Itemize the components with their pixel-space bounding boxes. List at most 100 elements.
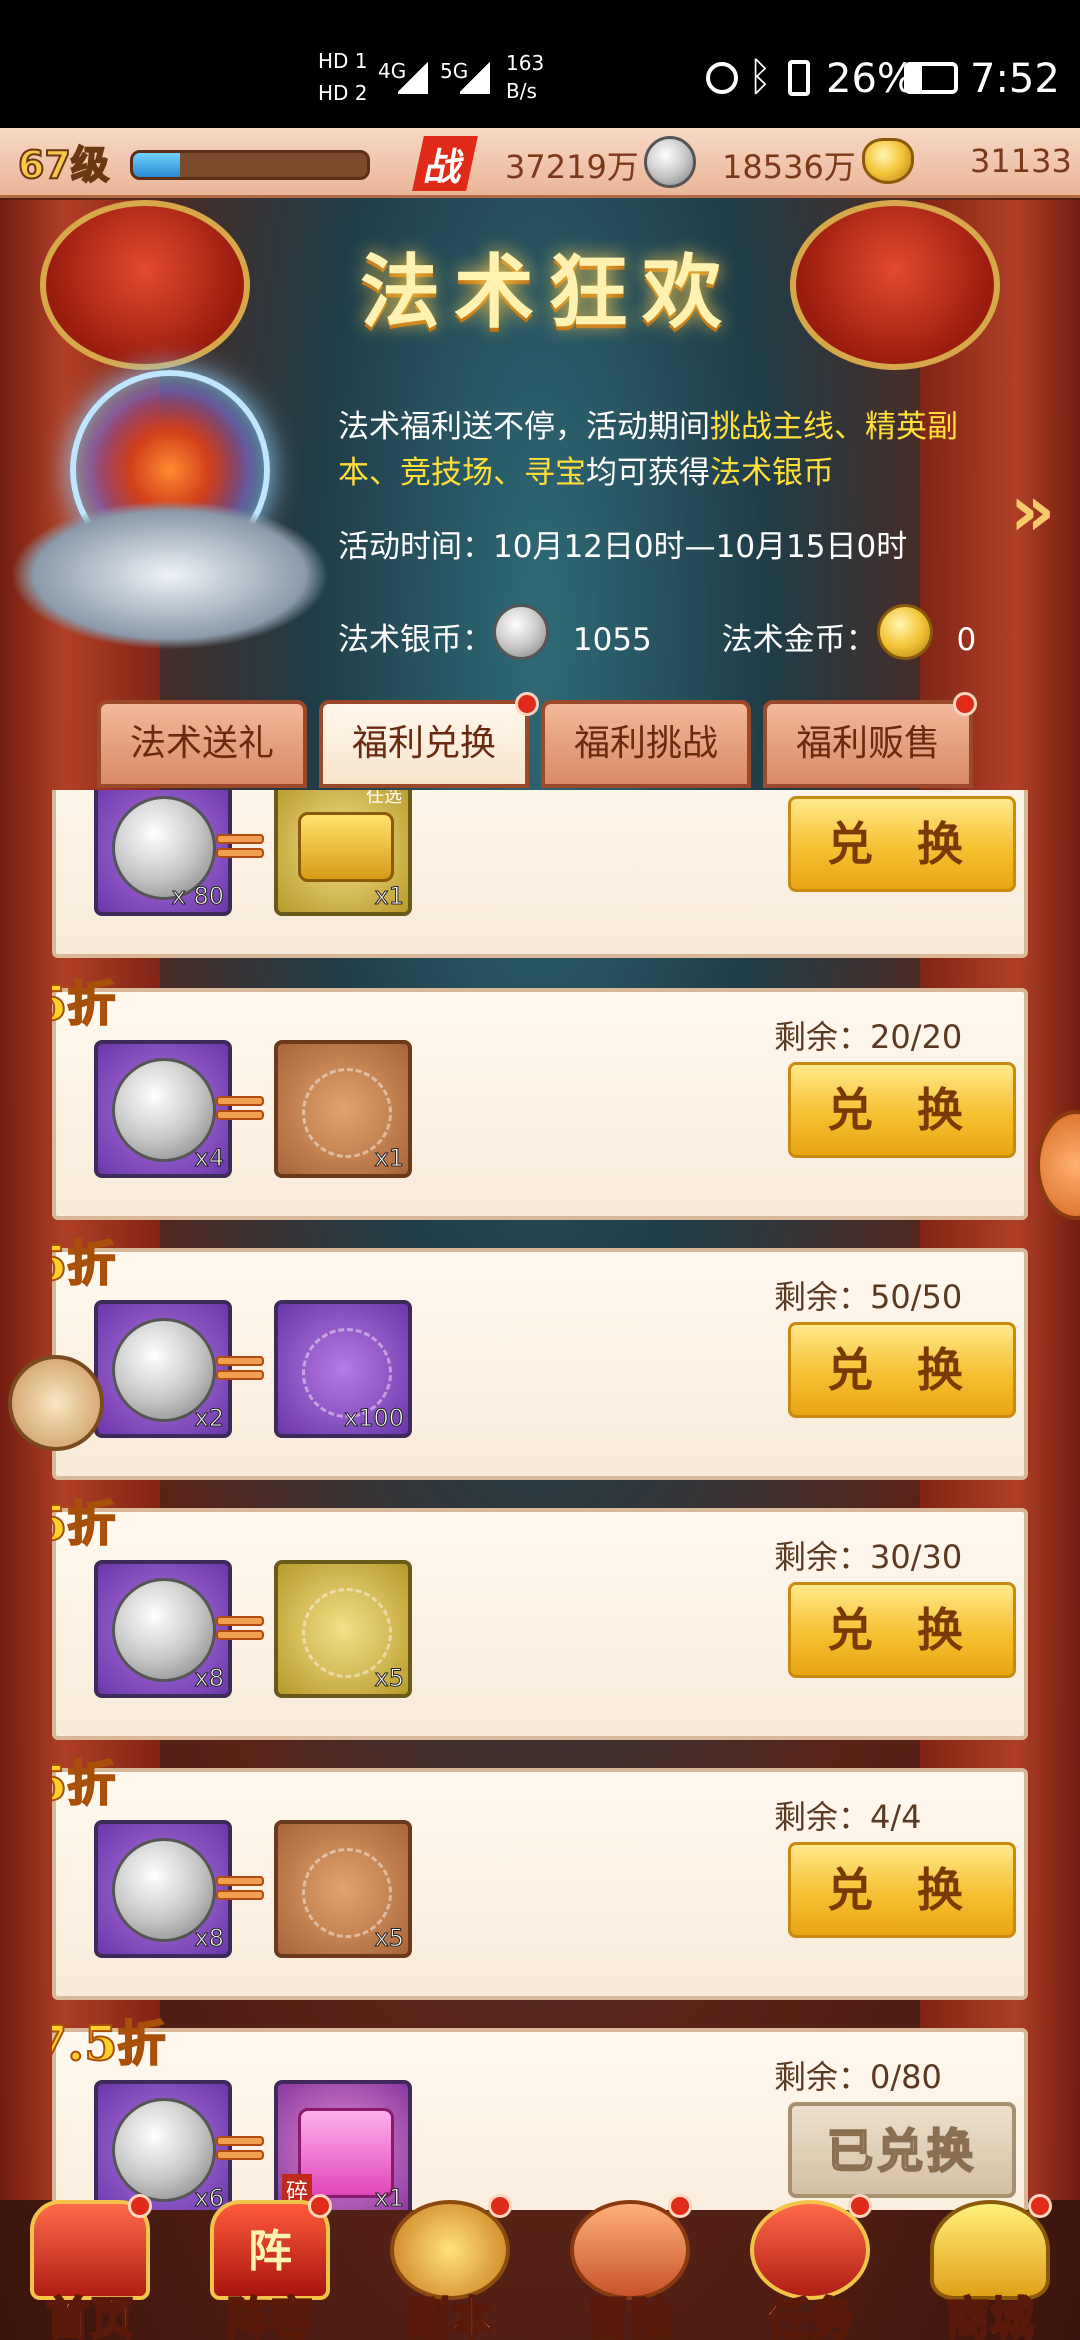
nav-shop-dot bbox=[1028, 2194, 1052, 2218]
spell-gold-value: 0 bbox=[956, 622, 977, 658]
battery-icon bbox=[904, 62, 958, 94]
bluetooth-icon: ᛒ bbox=[748, 54, 772, 100]
exchange-card: x 80 任选 x1 兑 换 bbox=[52, 790, 1028, 958]
nav-home-label: 首页 bbox=[45, 2292, 135, 2340]
equals-icon bbox=[216, 1612, 264, 1648]
net-speed-value: 163 bbox=[506, 51, 545, 75]
xp-bar-fill bbox=[133, 153, 180, 177]
exchange-button[interactable]: 兑 换 bbox=[788, 1842, 1016, 1938]
exchanged-button: 已兑换 bbox=[788, 2102, 1016, 2198]
next-arrow-icon[interactable]: » bbox=[1010, 470, 1055, 552]
event-time: 活动时间：10月12日0时—10月15日0时 bbox=[338, 529, 908, 565]
reward-count: x100 bbox=[343, 1404, 404, 1433]
nav-shop-label: 商城 bbox=[945, 2292, 1035, 2340]
cost-slot: x8 bbox=[94, 1560, 232, 1698]
remaining-count: 剩余：4/4 bbox=[774, 1798, 922, 1836]
equals-icon bbox=[216, 1092, 264, 1128]
nav-lineup[interactable]: 阵 阵容 bbox=[180, 2190, 360, 2340]
desc-text-1: 法术福利送不停，活动期间 bbox=[338, 409, 710, 445]
tab-welfare-sale[interactable]: 福利贩售 bbox=[763, 700, 973, 788]
gold-ingot-icon bbox=[862, 138, 914, 184]
reward-tag: 任选 bbox=[366, 790, 402, 807]
discount-badge: 5折 bbox=[52, 1235, 116, 1293]
nav-tasks-label: 任务 bbox=[765, 2292, 855, 2340]
nav-home[interactable]: 首页 bbox=[0, 2190, 180, 2340]
nav-adventure-dot bbox=[668, 2194, 692, 2218]
exchange-button[interactable]: 兑 换 bbox=[788, 1582, 1016, 1678]
treasure-chest-icon bbox=[298, 812, 394, 882]
exchange-list[interactable]: x 80 任选 x1 兑 换 5折 剩余：20/20 x4 x1 兑 换 5折 剩… bbox=[52, 790, 1028, 2210]
spell-gold-icon bbox=[876, 604, 933, 660]
xp-bar bbox=[130, 150, 370, 180]
player-level: 67级 bbox=[17, 142, 110, 188]
exchange-button[interactable]: 兑 换 bbox=[788, 796, 1016, 892]
nav-dungeon[interactable]: 副本 bbox=[360, 2190, 540, 2340]
tab-welfare-exchange[interactable]: 福利兑换 bbox=[319, 700, 529, 788]
cost-count: x2 bbox=[194, 1404, 225, 1433]
discount-badge: 7.5折 bbox=[52, 2015, 167, 2073]
spell-silver-icon bbox=[493, 604, 549, 660]
cost-count: x8 bbox=[194, 1664, 225, 1693]
reward-slot: x100 bbox=[274, 1300, 412, 1438]
nav-dungeon-label: 副本 bbox=[405, 2292, 495, 2340]
signal-icon bbox=[398, 60, 428, 94]
exchange-card: 7.5折 剩余：0/80 x6 碎x1 已兑换 bbox=[52, 2015, 1028, 2210]
nav-lineup-dot bbox=[308, 2194, 332, 2218]
cost-slot: x2 bbox=[94, 1300, 232, 1438]
silver-value: 18536万 bbox=[722, 148, 856, 186]
nav-adventure[interactable]: 冒险 bbox=[540, 2190, 720, 2340]
discount-badge: 5折 bbox=[52, 1495, 116, 1553]
reward-count: x5 bbox=[374, 1664, 405, 1693]
equals-icon bbox=[216, 1352, 264, 1388]
rabbit-shortcut-icon[interactable] bbox=[8, 1355, 104, 1451]
cost-slot: x 80 bbox=[94, 790, 232, 916]
reward-slot: 任选 x1 bbox=[274, 790, 412, 916]
nav-shop[interactable]: 商城 bbox=[900, 2190, 1080, 2340]
reward-count: x1 bbox=[374, 882, 405, 911]
signal-icon-2 bbox=[460, 60, 490, 94]
cost-count: x4 bbox=[194, 1144, 225, 1173]
nav-adventure-label: 冒险 bbox=[585, 2292, 675, 2340]
resource-bar: 67级 战 37219万 18536万 31133 bbox=[0, 128, 1080, 198]
power-badge-icon: 战 bbox=[412, 136, 478, 191]
exchange-card: 5折 剩余：4/4 x8 x5 兑 换 bbox=[52, 1755, 1028, 2000]
cost-slot: x8 bbox=[94, 1820, 232, 1958]
nav-lineup-label: 阵容 bbox=[225, 2292, 315, 2340]
tab-welfare-challenge[interactable]: 福利挑战 bbox=[541, 700, 751, 788]
lantern-left bbox=[40, 200, 250, 370]
exchange-button[interactable]: 兑 换 bbox=[788, 1322, 1016, 1418]
reward-slot: x1 bbox=[274, 1040, 412, 1178]
exchange-card: 5折 剩余：20/20 x4 x1 兑 换 bbox=[52, 975, 1028, 1220]
desc-highlight-2: 法术银币 bbox=[710, 455, 834, 491]
clock: 7:52 bbox=[970, 56, 1060, 102]
status-bar: HD 1 HD 2 4G 5G 163 B/s ᛒ 26% 7:52 bbox=[0, 0, 1080, 128]
exchange-button[interactable]: 兑 换 bbox=[788, 1062, 1016, 1158]
remaining-count: 剩余：30/30 bbox=[774, 1538, 963, 1576]
tab-exchange-dot bbox=[515, 692, 539, 716]
network-hd1: HD 1 bbox=[318, 49, 368, 73]
equals-icon bbox=[216, 2132, 264, 2168]
reward-count: x1 bbox=[374, 1144, 405, 1173]
remaining-count: 剩余：50/50 bbox=[774, 1278, 963, 1316]
reward-count: x5 bbox=[374, 1924, 405, 1953]
cost-slot: x4 bbox=[94, 1040, 232, 1178]
alarm-icon bbox=[706, 62, 738, 94]
equals-icon bbox=[216, 830, 264, 866]
spell-emblem-image bbox=[10, 350, 330, 680]
spell-silver-label: 法术银币： bbox=[338, 622, 493, 658]
silver-coin-icon bbox=[644, 136, 696, 188]
nav-home-dot bbox=[128, 2194, 152, 2218]
reward-slot: x5 bbox=[274, 1820, 412, 1958]
desc-text-2: 均可获得 bbox=[586, 455, 710, 491]
tab-sale-dot bbox=[953, 692, 977, 716]
event-title: 法术狂欢 bbox=[360, 245, 736, 339]
network-hd2: HD 2 bbox=[318, 81, 368, 105]
nav-tasks-dot bbox=[848, 2194, 872, 2218]
nav-tasks[interactable]: 任务 bbox=[720, 2190, 900, 2340]
tab-spell-gift[interactable]: 法术送礼 bbox=[97, 700, 307, 788]
cost-count: x8 bbox=[194, 1924, 225, 1953]
equals-icon bbox=[216, 1872, 264, 1908]
exchange-card: 5折 剩余：50/50 x2 x100 兑 换 bbox=[52, 1235, 1028, 1480]
spell-gold-label: 法术金币： bbox=[721, 622, 877, 658]
bottom-nav: 首页 阵 阵容 副本 冒险 任务 商城 bbox=[0, 2190, 1080, 2340]
